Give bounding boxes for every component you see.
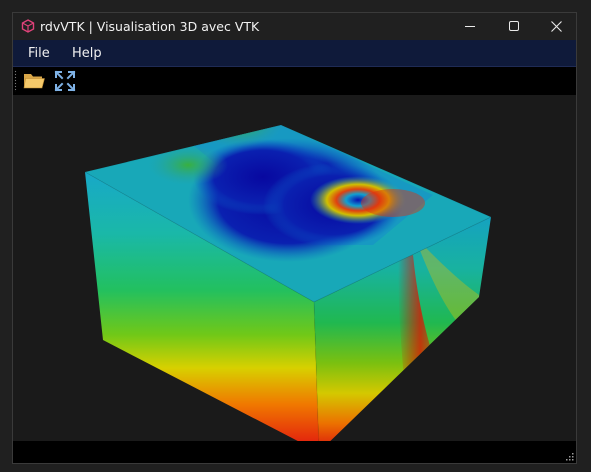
toolbar-grip[interactable]: [14, 70, 17, 92]
minimize-button[interactable]: [448, 13, 492, 40]
title-bar[interactable]: rdvVTK | Visualisation 3D avec VTK: [13, 13, 576, 40]
menu-file[interactable]: File: [28, 46, 50, 61]
maximize-icon: [508, 21, 519, 31]
resize-grip-icon[interactable]: [564, 451, 574, 461]
window-title: rdvVTK | Visualisation 3D avec VTK: [40, 19, 260, 34]
maximize-button[interactable]: [492, 13, 536, 40]
open-folder-icon[interactable]: [22, 69, 46, 93]
vtk-cube-icon: [21, 19, 35, 33]
vtk-3d-block: [83, 124, 493, 443]
menu-help[interactable]: Help: [72, 46, 102, 61]
app-window: rdvVTK | Visualisation 3D avec VTK File …: [12, 12, 577, 464]
toolbar: [13, 67, 576, 95]
minimize-icon: [464, 26, 475, 27]
menu-bar: File Help: [13, 40, 576, 67]
close-icon: [550, 21, 562, 32]
fullscreen-icon[interactable]: [53, 69, 77, 93]
vtk-render-viewport[interactable]: [13, 95, 576, 443]
status-bar: [13, 441, 576, 463]
close-button[interactable]: [534, 13, 576, 40]
